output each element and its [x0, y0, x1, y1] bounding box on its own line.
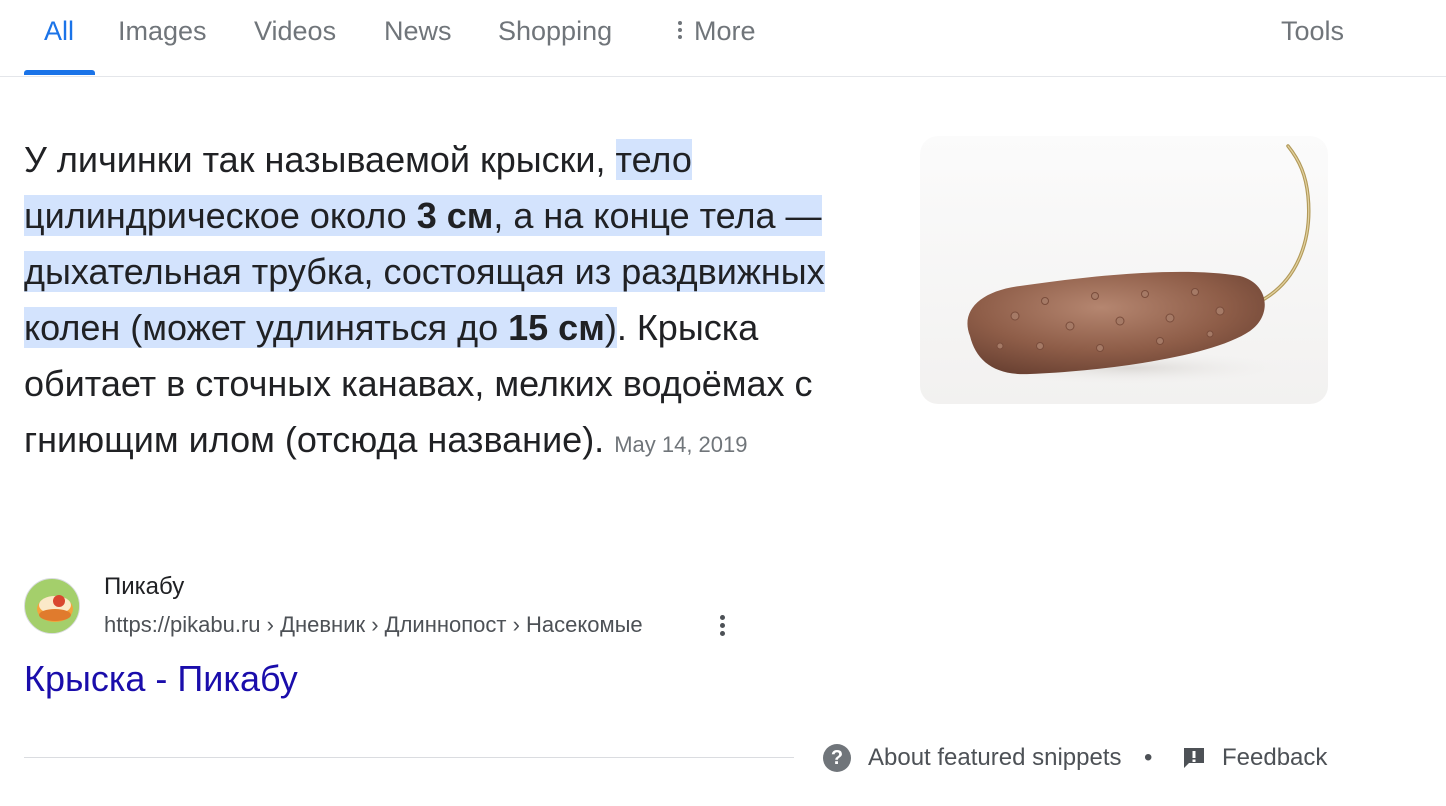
search-tabs: All Images Videos News Shopping More Too… — [0, 0, 1446, 77]
tab-images[interactable]: Images — [118, 16, 207, 47]
snippet-hl-text-3: ) — [604, 307, 617, 348]
tab-shopping[interactable]: Shopping — [498, 16, 612, 47]
pikabu-logo-icon — [26, 580, 79, 633]
pikabu-favicon[interactable] — [24, 578, 80, 634]
snippet-hl-bold-1: 3 см — [416, 195, 494, 236]
tab-more-label: More — [694, 16, 756, 46]
site-name: Пикабу — [104, 573, 185, 600]
featured-snippet-text: У личинки так называемой крыски, тело ци… — [24, 132, 864, 473]
site-breadcrumb-url[interactable]: https://pikabu.ru › Дневник › Длиннопост… — [104, 612, 643, 638]
result-title-link[interactable]: Крыска - Пикабу — [24, 658, 298, 700]
snippet-thumbnail[interactable] — [920, 136, 1328, 404]
tab-videos[interactable]: Videos — [254, 16, 336, 47]
more-vert-icon[interactable] — [712, 612, 732, 642]
feedback-link[interactable]: Feedback — [1222, 744, 1327, 772]
snippet-date: May 14, 2019 — [614, 432, 748, 457]
tab-news[interactable]: News — [384, 16, 452, 47]
feedback-icon[interactable] — [1181, 745, 1207, 771]
more-vert-icon — [678, 18, 682, 42]
active-tab-indicator — [24, 70, 95, 75]
larva-image — [960, 144, 1311, 386]
about-featured-snippets-link[interactable]: About featured snippets — [868, 744, 1122, 772]
tab-more[interactable]: More — [678, 16, 756, 47]
footer-separator: • — [1144, 744, 1153, 771]
snippet-lead: У личинки так называемой крыски, — [24, 139, 616, 180]
help-icon[interactable]: ? — [823, 744, 851, 772]
tools-button[interactable]: Tools — [1281, 16, 1344, 47]
footer-divider — [24, 757, 794, 758]
snippet-hl-bold-2: 15 см — [508, 307, 605, 348]
tab-all[interactable]: All — [44, 16, 74, 47]
